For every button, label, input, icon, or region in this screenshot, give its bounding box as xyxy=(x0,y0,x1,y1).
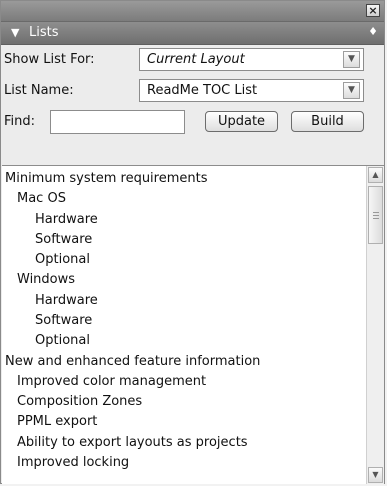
list-item[interactable]: Improved color management xyxy=(17,374,206,389)
show-list-for-select[interactable]: Current Layout ▼ xyxy=(139,48,364,71)
list-item[interactable]: Mac OS xyxy=(17,191,66,206)
list-name-value: ReadMe TOC List xyxy=(147,83,258,98)
list-item[interactable]: New and enhanced feature information xyxy=(5,354,260,369)
list-item[interactable]: Improved locking xyxy=(17,455,129,470)
list-name-select[interactable]: ReadMe TOC List ▼ xyxy=(139,79,364,102)
palette-titlebar[interactable]: × xyxy=(1,1,384,22)
show-list-for-row: Show List For: Current Layout ▼ xyxy=(1,47,384,73)
triangle-down-icon[interactable]: ▼ xyxy=(11,26,19,39)
update-button[interactable]: Update xyxy=(205,111,278,132)
show-list-for-label: Show List For: xyxy=(4,52,95,67)
list-item[interactable]: Composition Zones xyxy=(17,394,142,409)
list-item[interactable]: Hardware xyxy=(35,212,98,227)
list-item[interactable]: Ability to export layouts as projects xyxy=(17,435,248,450)
list-item[interactable]: Hardware xyxy=(35,293,98,308)
chevron-down-icon[interactable]: ▼ xyxy=(343,82,360,99)
chevron-down-icon[interactable]: ▼ xyxy=(343,51,360,68)
diamond-icon[interactable]: ♦ xyxy=(368,25,378,38)
find-label: Find: xyxy=(4,114,36,129)
list-item[interactable]: Minimum system requirements xyxy=(5,171,208,186)
list-item[interactable]: Software xyxy=(35,232,92,247)
list-name-label: List Name: xyxy=(4,83,74,98)
close-icon[interactable]: × xyxy=(366,4,380,17)
lists-header[interactable]: ▼ Lists ♦ xyxy=(1,22,384,45)
list-name-row: List Name: ReadMe TOC List ▼ xyxy=(1,78,384,104)
build-button[interactable]: Build xyxy=(291,111,364,132)
list-box[interactable]: Minimum system requirements Mac OS Hardw… xyxy=(2,165,384,484)
chevron-up-icon[interactable]: ▲ xyxy=(368,167,383,183)
chevron-down-icon[interactable]: ▼ xyxy=(368,467,383,483)
list-item[interactable]: Windows xyxy=(17,272,75,287)
list-item[interactable]: Optional xyxy=(35,333,90,348)
find-row: Find: Update Build xyxy=(1,109,384,135)
find-input[interactable] xyxy=(50,110,185,134)
vertical-scrollbar[interactable]: ▲ ▼ xyxy=(366,166,384,484)
palette-title: Lists xyxy=(29,25,59,40)
list-item[interactable]: PPML export xyxy=(17,414,97,429)
lists-palette: × ▼ Lists ♦ Show List For: Current Layou… xyxy=(0,0,385,484)
show-list-for-value: Current Layout xyxy=(147,52,245,67)
scroll-thumb[interactable] xyxy=(368,186,383,244)
list-item[interactable]: Optional xyxy=(35,252,90,267)
list-item[interactable]: Software xyxy=(35,313,92,328)
